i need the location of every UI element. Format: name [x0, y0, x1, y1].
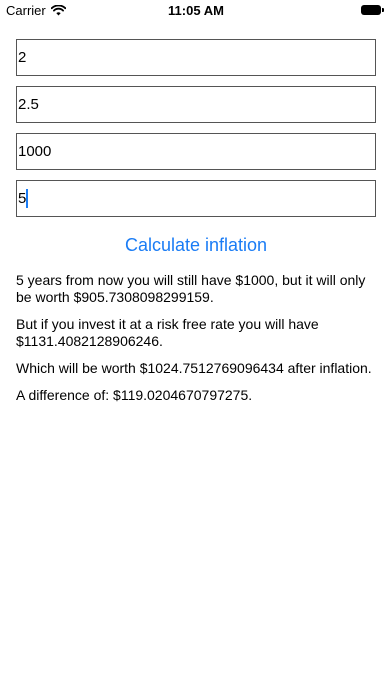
battery-icon: [361, 5, 385, 16]
input-field-3[interactable]: 1000: [16, 133, 376, 170]
input-field-1[interactable]: 2: [16, 39, 376, 76]
result-inflation-adjusted: Which will be worth $1024.7512769096434 …: [16, 360, 372, 376]
results-section: 5 years from now you will still have $10…: [16, 272, 378, 414]
input-field-2-value: 2.5: [18, 96, 39, 113]
calculate-inflation-button[interactable]: Calculate inflation: [0, 233, 392, 257]
text-cursor: [26, 188, 29, 208]
input-field-4[interactable]: 5: [16, 180, 376, 217]
input-field-4-value: 5: [18, 190, 27, 207]
result-future-worth: 5 years from now you will still have $10…: [16, 272, 366, 305]
status-bar: Carrier 11:05 AM: [0, 0, 392, 22]
input-field-3-value: 1000: [18, 143, 52, 160]
input-field-2[interactable]: 2.5: [16, 86, 376, 123]
status-time: 11:05 AM: [168, 3, 224, 18]
result-difference: A difference of: $119.0204670797275.: [16, 387, 253, 403]
input-field-1-value: 2: [18, 49, 27, 66]
app-screen: Carrier 11:05 AM 2 2.5 1000 5 Calculate …: [0, 0, 392, 696]
result-invested-value: But if you invest it at a risk free rate…: [16, 316, 319, 349]
